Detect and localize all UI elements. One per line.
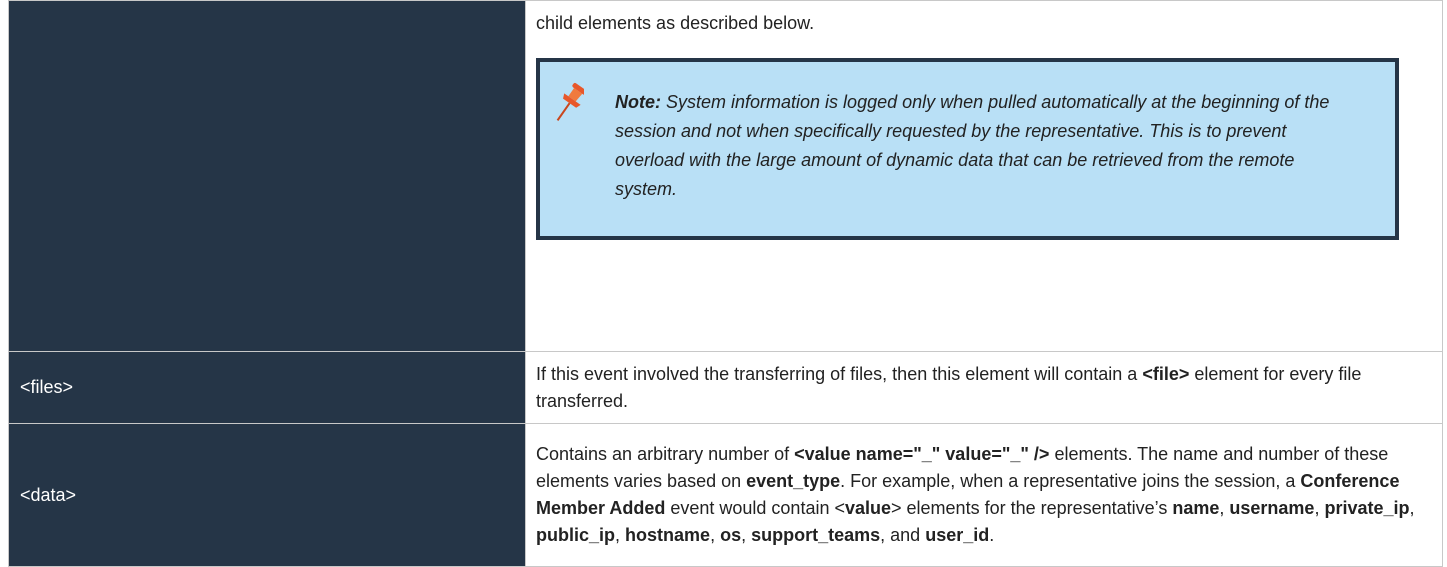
element-reference: <file> xyxy=(1142,363,1190,384)
xml-elements-table: child elements as described below. Note:… xyxy=(8,0,1443,567)
element-reference: value xyxy=(844,498,892,518)
field-name: username xyxy=(1229,498,1315,518)
field-name: hostname xyxy=(625,525,711,545)
note-callout: Note: System information is logged only … xyxy=(536,58,1399,240)
element-reference: event_type xyxy=(746,471,841,491)
element-name-cell: <data> xyxy=(8,423,526,567)
element-description-cell: child elements as described below. Note:… xyxy=(525,0,1443,352)
description-text: . For example, when a representative joi… xyxy=(840,471,1301,491)
table-row: <data> Contains an arbitrary number of <… xyxy=(8,423,1443,567)
description-text: , and xyxy=(880,525,926,545)
note-text: Note: System information is logged only … xyxy=(615,88,1355,204)
description-text: , xyxy=(1219,498,1230,518)
description-text: Contains an arbitrary number of xyxy=(536,444,795,464)
description-text: , xyxy=(1314,498,1325,518)
description-text: > elements for the representative’s xyxy=(891,498,1173,518)
field-name: os xyxy=(720,525,742,545)
note-label: Note: xyxy=(615,92,661,112)
element-name-cell: <files> xyxy=(8,351,526,424)
description-text: If this event involved the transferring … xyxy=(536,363,1143,384)
pushpin-icon xyxy=(556,82,584,121)
field-name: user_id xyxy=(925,525,990,545)
table-row: child elements as described below. Note:… xyxy=(8,0,1443,352)
table-row: <files> If this event involved the trans… xyxy=(8,351,1443,424)
description-text: . xyxy=(989,525,995,545)
element-description-cell: If this event involved the transferring … xyxy=(525,351,1443,424)
description-text: event would contain < xyxy=(665,498,845,518)
description-text: , xyxy=(710,525,721,545)
note-body: System information is logged only when p… xyxy=(615,92,1330,199)
element-reference: <value name="_" value="_" /> xyxy=(794,444,1050,464)
description-text: , xyxy=(1409,498,1415,518)
description-text: , xyxy=(741,525,752,545)
element-name-cell xyxy=(8,0,526,352)
description-text: , xyxy=(615,525,626,545)
field-name: support_teams xyxy=(751,525,881,545)
field-name: name xyxy=(1172,498,1220,518)
element-description-cell: Contains an arbitrary number of <value n… xyxy=(525,423,1443,567)
description-text: child elements as described below. xyxy=(536,13,815,33)
field-name: private_ip xyxy=(1324,498,1410,518)
field-name: public_ip xyxy=(536,525,616,545)
